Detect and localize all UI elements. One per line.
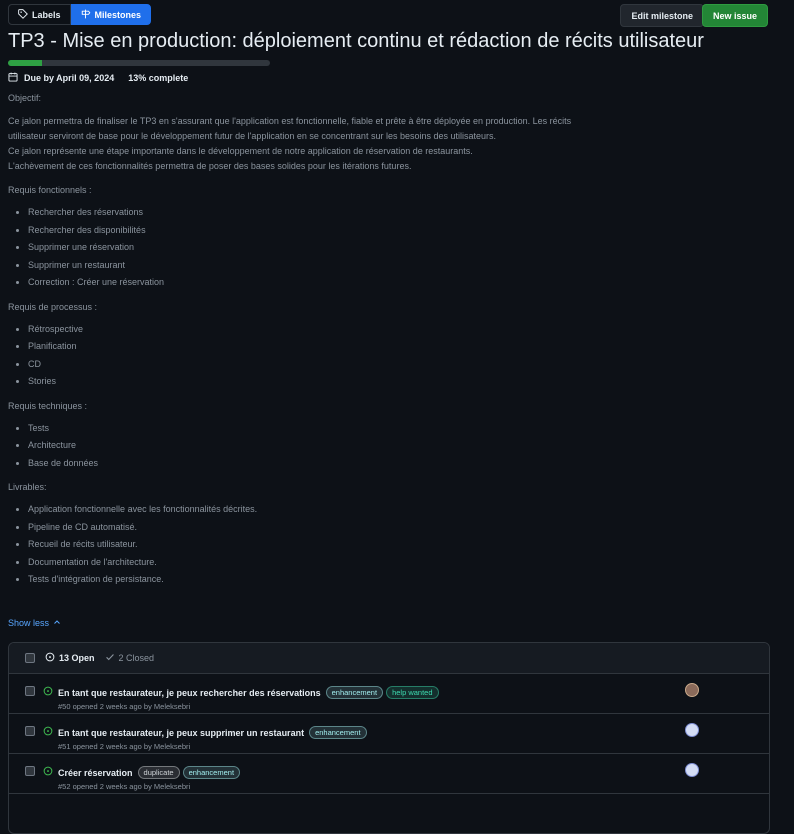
description-paragraph: L'achèvement de ces fonctionnalités perm… xyxy=(8,161,412,171)
issue-label[interactable]: enhancement xyxy=(325,686,384,699)
issue-checkbox[interactable] xyxy=(25,766,35,776)
issue-meta: #50 opened 2 weeks ago by Meleksebri xyxy=(58,702,191,711)
list-item: Correction : Créer une réservation xyxy=(28,274,608,292)
list-item: Recueil de récits utilisateur. xyxy=(28,536,608,554)
issue-meta: #52 opened 2 weeks ago by Meleksebri xyxy=(58,782,191,791)
list-item: Supprimer une réservation xyxy=(28,239,608,257)
issue-title-link[interactable]: En tant que restaurateur, je peux suppri… xyxy=(58,728,304,738)
chevron-up-icon xyxy=(53,618,61,628)
technical-requirements-list: Tests Architecture Base de données xyxy=(8,420,608,473)
issue-label[interactable]: help wanted xyxy=(386,686,439,699)
deliverables-list: Application fonctionnelle avec les fonct… xyxy=(8,501,608,589)
list-item: Application fonctionnelle avec les fonct… xyxy=(28,501,608,519)
list-item: Tests d'intégration de persistance. xyxy=(28,571,608,589)
list-item: Pipeline de CD automatisé. xyxy=(28,519,608,537)
issue-label[interactable]: enhancement xyxy=(182,766,241,779)
functional-requirements-heading: Requis fonctionnels : xyxy=(8,185,92,195)
objective-label: Objectif: xyxy=(8,93,42,103)
milestone-description: Objectif: Ce jalon permettra de finalise… xyxy=(8,91,608,597)
issue-row[interactable] xyxy=(9,794,769,833)
issue-label[interactable]: duplicate xyxy=(137,766,180,779)
select-all-checkbox[interactable] xyxy=(25,653,35,663)
issue-opened-icon xyxy=(45,652,55,664)
milestones-tab-label: Milestones xyxy=(94,9,142,20)
show-less-label: Show less xyxy=(8,618,50,628)
issue-meta: #51 opened 2 weeks ago by Meleksebri xyxy=(58,742,191,751)
issue-row[interactable]: En tant que restaurateur, je peux recher… xyxy=(9,674,769,714)
issue-title-line: Créer réservation duplicate enhancement xyxy=(58,766,241,779)
issue-checkbox[interactable] xyxy=(25,726,35,736)
description-paragraph: Ce jalon représente une étape importante… xyxy=(8,146,473,156)
open-count: 13 Open xyxy=(59,653,95,663)
labels-tab[interactable]: Labels xyxy=(8,4,71,25)
issue-title-link[interactable]: En tant que restaurateur, je peux recher… xyxy=(58,688,321,698)
progress-fill xyxy=(8,60,43,66)
list-item: Rétrospective xyxy=(28,321,608,339)
milestones-tab[interactable]: Milestones xyxy=(70,4,152,25)
avatar[interactable] xyxy=(685,683,699,697)
milestone-meta: Due by April 09, 2024 13% complete xyxy=(8,72,188,84)
list-item: Supprimer un restaurant xyxy=(28,257,608,275)
process-requirements-heading: Requis de processus : xyxy=(8,301,98,312)
list-item: Architecture xyxy=(28,437,608,455)
issue-row[interactable]: Créer réservation duplicate enhancement … xyxy=(9,754,769,794)
issue-checkbox[interactable] xyxy=(25,686,35,696)
edit-milestone-button[interactable]: Edit milestone xyxy=(620,4,704,27)
labels-milestones-switch: Labels Milestones xyxy=(8,4,152,25)
closed-count: 2 Closed xyxy=(118,653,155,663)
functional-requirements-list: Rechercher des réservations Rechercher d… xyxy=(8,204,608,292)
list-item: Rechercher des réservations xyxy=(28,204,608,222)
issue-label[interactable]: enhancement xyxy=(309,726,367,739)
completion-percent: 13% complete xyxy=(128,73,189,83)
issues-list: 13 Open 2 Closed En tant que restaurateu… xyxy=(8,642,770,834)
list-item: Planification xyxy=(28,338,608,356)
milestone-icon xyxy=(81,9,91,21)
milestone-progress-bar xyxy=(8,60,270,66)
new-issue-button[interactable]: New issue xyxy=(701,4,768,27)
technical-requirements-heading: Requis techniques : xyxy=(8,400,88,411)
avatar[interactable] xyxy=(685,723,699,737)
issue-opened-icon xyxy=(43,686,53,698)
issue-opened-icon xyxy=(43,726,53,738)
closed-issues-filter[interactable]: 2 Closed xyxy=(105,652,155,664)
avatar[interactable] xyxy=(685,763,699,777)
list-item: CD xyxy=(28,356,608,374)
issue-row[interactable]: En tant que restaurateur, je peux suppri… xyxy=(9,714,769,754)
list-item: Documentation de l'architecture. xyxy=(28,554,608,572)
description-paragraph: Ce jalon permettra de finaliser le TP3 e… xyxy=(8,116,572,141)
issue-title-line: En tant que restaurateur, je peux recher… xyxy=(58,686,439,699)
list-item: Rechercher des disponibilités xyxy=(28,222,608,240)
list-item: Tests xyxy=(28,420,608,438)
process-requirements-list: Rétrospective Planification CD Stories xyxy=(8,321,608,391)
issues-header: 13 Open 2 Closed xyxy=(9,643,769,674)
milestone-toolbar: Labels Milestones Edit milestone New iss… xyxy=(8,4,768,27)
due-date: Due by April 09, 2024 xyxy=(24,73,115,83)
show-less-link[interactable]: Show less xyxy=(8,618,61,628)
issue-title-link[interactable]: Créer réservation xyxy=(58,768,133,778)
issue-title-line: En tant que restaurateur, je peux suppri… xyxy=(58,726,367,739)
open-issues-filter[interactable]: 13 Open xyxy=(45,652,95,664)
deliverables-heading: Livrables: xyxy=(8,482,47,492)
tag-icon xyxy=(18,8,28,21)
check-icon xyxy=(105,652,115,664)
list-item: Stories xyxy=(28,373,608,391)
milestone-title: TP3 - Mise en production: déploiement co… xyxy=(8,30,704,52)
issue-opened-icon xyxy=(43,766,53,778)
list-item: Base de données xyxy=(28,455,608,473)
labels-tab-label: Labels xyxy=(32,9,61,20)
calendar-icon xyxy=(8,72,18,84)
